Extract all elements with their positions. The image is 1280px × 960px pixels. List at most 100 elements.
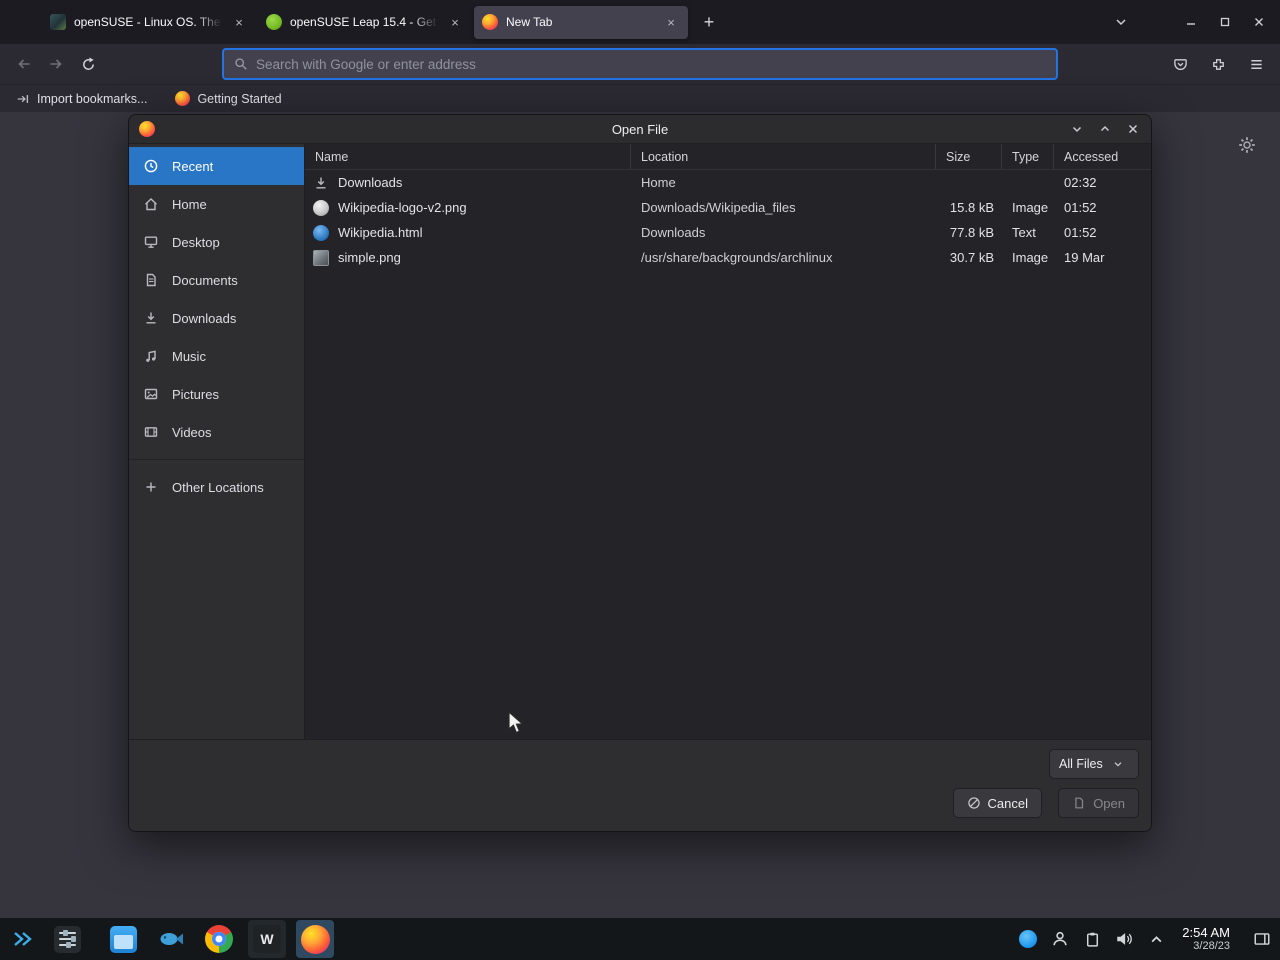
extensions-icon[interactable] xyxy=(1202,48,1234,80)
picture-icon xyxy=(143,386,159,402)
taskbar-clock[interactable]: 2:54 AM 3/28/23 xyxy=(1182,925,1230,954)
sidebar-item-other-locations[interactable]: Other Locations xyxy=(129,468,304,506)
music-note-icon xyxy=(143,348,159,364)
file-size: 30.7 kB xyxy=(949,250,994,265)
back-icon[interactable] xyxy=(8,48,40,80)
bookmark-label: Import bookmarks... xyxy=(37,91,148,106)
forward-icon[interactable] xyxy=(40,48,72,80)
bookmark-getting-started[interactable]: Getting Started xyxy=(175,91,282,106)
tabbar-controls xyxy=(1108,9,1272,35)
system-tray: 2:54 AM 3/28/23 xyxy=(1018,925,1272,954)
column-header-size[interactable]: Size xyxy=(936,144,1002,169)
file-row-wikipedia-html[interactable]: Wikipedia.html Downloads 77.8 kB Text 01… xyxy=(305,220,1151,245)
column-header-type[interactable]: Type xyxy=(1002,144,1054,169)
opensuse-favicon-icon xyxy=(266,14,282,30)
image-thumbnail-icon xyxy=(313,199,329,216)
sidebar-item-label: Videos xyxy=(172,424,212,440)
sidebar-item-desktop[interactable]: Desktop xyxy=(129,223,304,261)
tray-network-icon[interactable] xyxy=(1018,929,1038,949)
tab-close-icon[interactable]: × xyxy=(446,13,464,31)
sidebar-item-music[interactable]: Music xyxy=(129,337,304,375)
tab-title: New Tab xyxy=(506,15,553,29)
chevron-down-icon xyxy=(1113,759,1123,769)
file-type: Image xyxy=(1012,200,1049,215)
tab-opensuse-leap[interactable]: openSUSE Leap 15.4 - Get × xyxy=(258,6,472,39)
file-type-filter-dropdown[interactable]: All Files xyxy=(1049,749,1139,779)
chevron-up-icon[interactable] xyxy=(1097,121,1113,137)
tab-close-icon[interactable]: × xyxy=(662,13,680,31)
import-icon xyxy=(16,92,30,106)
column-header-accessed[interactable]: Accessed xyxy=(1054,144,1151,169)
cancel-icon xyxy=(967,796,981,810)
bookmark-import-bookmarks[interactable]: Import bookmarks... xyxy=(16,92,147,106)
taskbar-files-icon[interactable] xyxy=(104,920,142,958)
sidebar-separator xyxy=(129,459,304,460)
file-location: Downloads/Wikipedia_files xyxy=(641,200,796,215)
site-favicon-icon xyxy=(50,14,66,30)
bookmarks-toolbar: Import bookmarks... Getting Started xyxy=(0,84,1280,112)
close-icon[interactable] xyxy=(1125,121,1141,137)
file-accessed: 02:32 xyxy=(1064,175,1097,190)
open-button[interactable]: Open xyxy=(1058,788,1139,818)
sidebar-item-label: Other Locations xyxy=(172,479,264,495)
image-thumbnail-icon xyxy=(313,249,329,266)
column-header-name[interactable]: Name xyxy=(305,144,631,169)
taskbar-firefox-icon[interactable] xyxy=(296,920,334,958)
url-input[interactable] xyxy=(256,56,1046,72)
sidebar-item-label: Home xyxy=(172,196,207,212)
toolbar-action-icons xyxy=(1164,48,1272,80)
sidebar-item-downloads[interactable]: Downloads xyxy=(129,299,304,337)
taskbar-fish-app-icon[interactable] xyxy=(152,920,190,958)
bookmark-label: Getting Started xyxy=(197,91,282,106)
sidebar-item-pictures[interactable]: Pictures xyxy=(129,375,304,413)
open-label: Open xyxy=(1093,795,1125,811)
sidebar-item-label: Recent xyxy=(172,158,214,174)
file-name: Downloads xyxy=(338,175,403,190)
firefox-logo-icon xyxy=(10,11,32,33)
menu-icon[interactable] xyxy=(1240,48,1272,80)
tab-new-tab[interactable]: New Tab × xyxy=(474,5,688,39)
url-bar[interactable] xyxy=(222,48,1058,80)
home-icon xyxy=(143,196,159,212)
show-desktop-icon[interactable] xyxy=(1252,929,1272,949)
tray-chevron-up-icon[interactable] xyxy=(1146,929,1166,949)
personalize-gear-icon[interactable] xyxy=(1238,136,1256,154)
cancel-label: Cancel xyxy=(987,795,1028,811)
chevron-down-icon[interactable] xyxy=(1069,121,1085,137)
taskbar-w-app-icon[interactable]: W xyxy=(248,920,286,958)
tray-user-icon[interactable] xyxy=(1050,929,1070,949)
search-icon xyxy=(234,57,248,71)
dialog-window-controls xyxy=(1069,121,1151,137)
file-accessed: 01:52 xyxy=(1064,200,1097,215)
dialog-titlebar[interactable]: Open File xyxy=(129,115,1151,144)
file-type: Text xyxy=(1012,225,1036,240)
reload-icon[interactable] xyxy=(72,48,104,80)
tray-volume-icon[interactable] xyxy=(1114,929,1134,949)
open-file-dialog: Open File Recent Home Desktop Documents … xyxy=(128,114,1152,832)
list-all-tabs-icon[interactable] xyxy=(1108,9,1134,35)
window-minimize-icon[interactable] xyxy=(1178,9,1204,35)
file-row-wikipedia-logo[interactable]: Wikipedia-logo-v2.png Downloads/Wikipedi… xyxy=(305,195,1151,220)
column-header-location[interactable]: Location xyxy=(631,144,936,169)
taskbar-settings-icon[interactable] xyxy=(48,920,86,958)
panel-expander-icon[interactable] xyxy=(8,920,38,958)
sidebar-item-recent[interactable]: Recent xyxy=(129,147,304,185)
cancel-button[interactable]: Cancel xyxy=(952,788,1042,818)
tray-clipboard-icon[interactable] xyxy=(1082,929,1102,949)
file-name: Wikipedia.html xyxy=(338,225,423,240)
pocket-icon[interactable] xyxy=(1164,48,1196,80)
window-maximize-icon[interactable] xyxy=(1212,9,1238,35)
window-close-icon[interactable] xyxy=(1246,9,1272,35)
taskbar-chromium-icon[interactable] xyxy=(200,920,238,958)
sidebar-item-documents[interactable]: Documents xyxy=(129,261,304,299)
tab-close-icon[interactable]: × xyxy=(230,13,248,31)
monitor-icon xyxy=(143,234,159,250)
taskbar: W 2:54 AM 3/28/23 xyxy=(0,918,1280,960)
tab-opensuse-home[interactable]: openSUSE - Linux OS. The × xyxy=(42,6,256,39)
sidebar-item-videos[interactable]: Videos xyxy=(129,413,304,451)
new-tab-button[interactable]: + xyxy=(694,7,724,37)
sidebar-item-home[interactable]: Home xyxy=(129,185,304,223)
file-row-downloads[interactable]: Downloads Home 02:32 xyxy=(305,170,1151,195)
file-name: simple.png xyxy=(338,250,401,265)
file-row-simple-png[interactable]: simple.png /usr/share/backgrounds/archli… xyxy=(305,245,1151,270)
